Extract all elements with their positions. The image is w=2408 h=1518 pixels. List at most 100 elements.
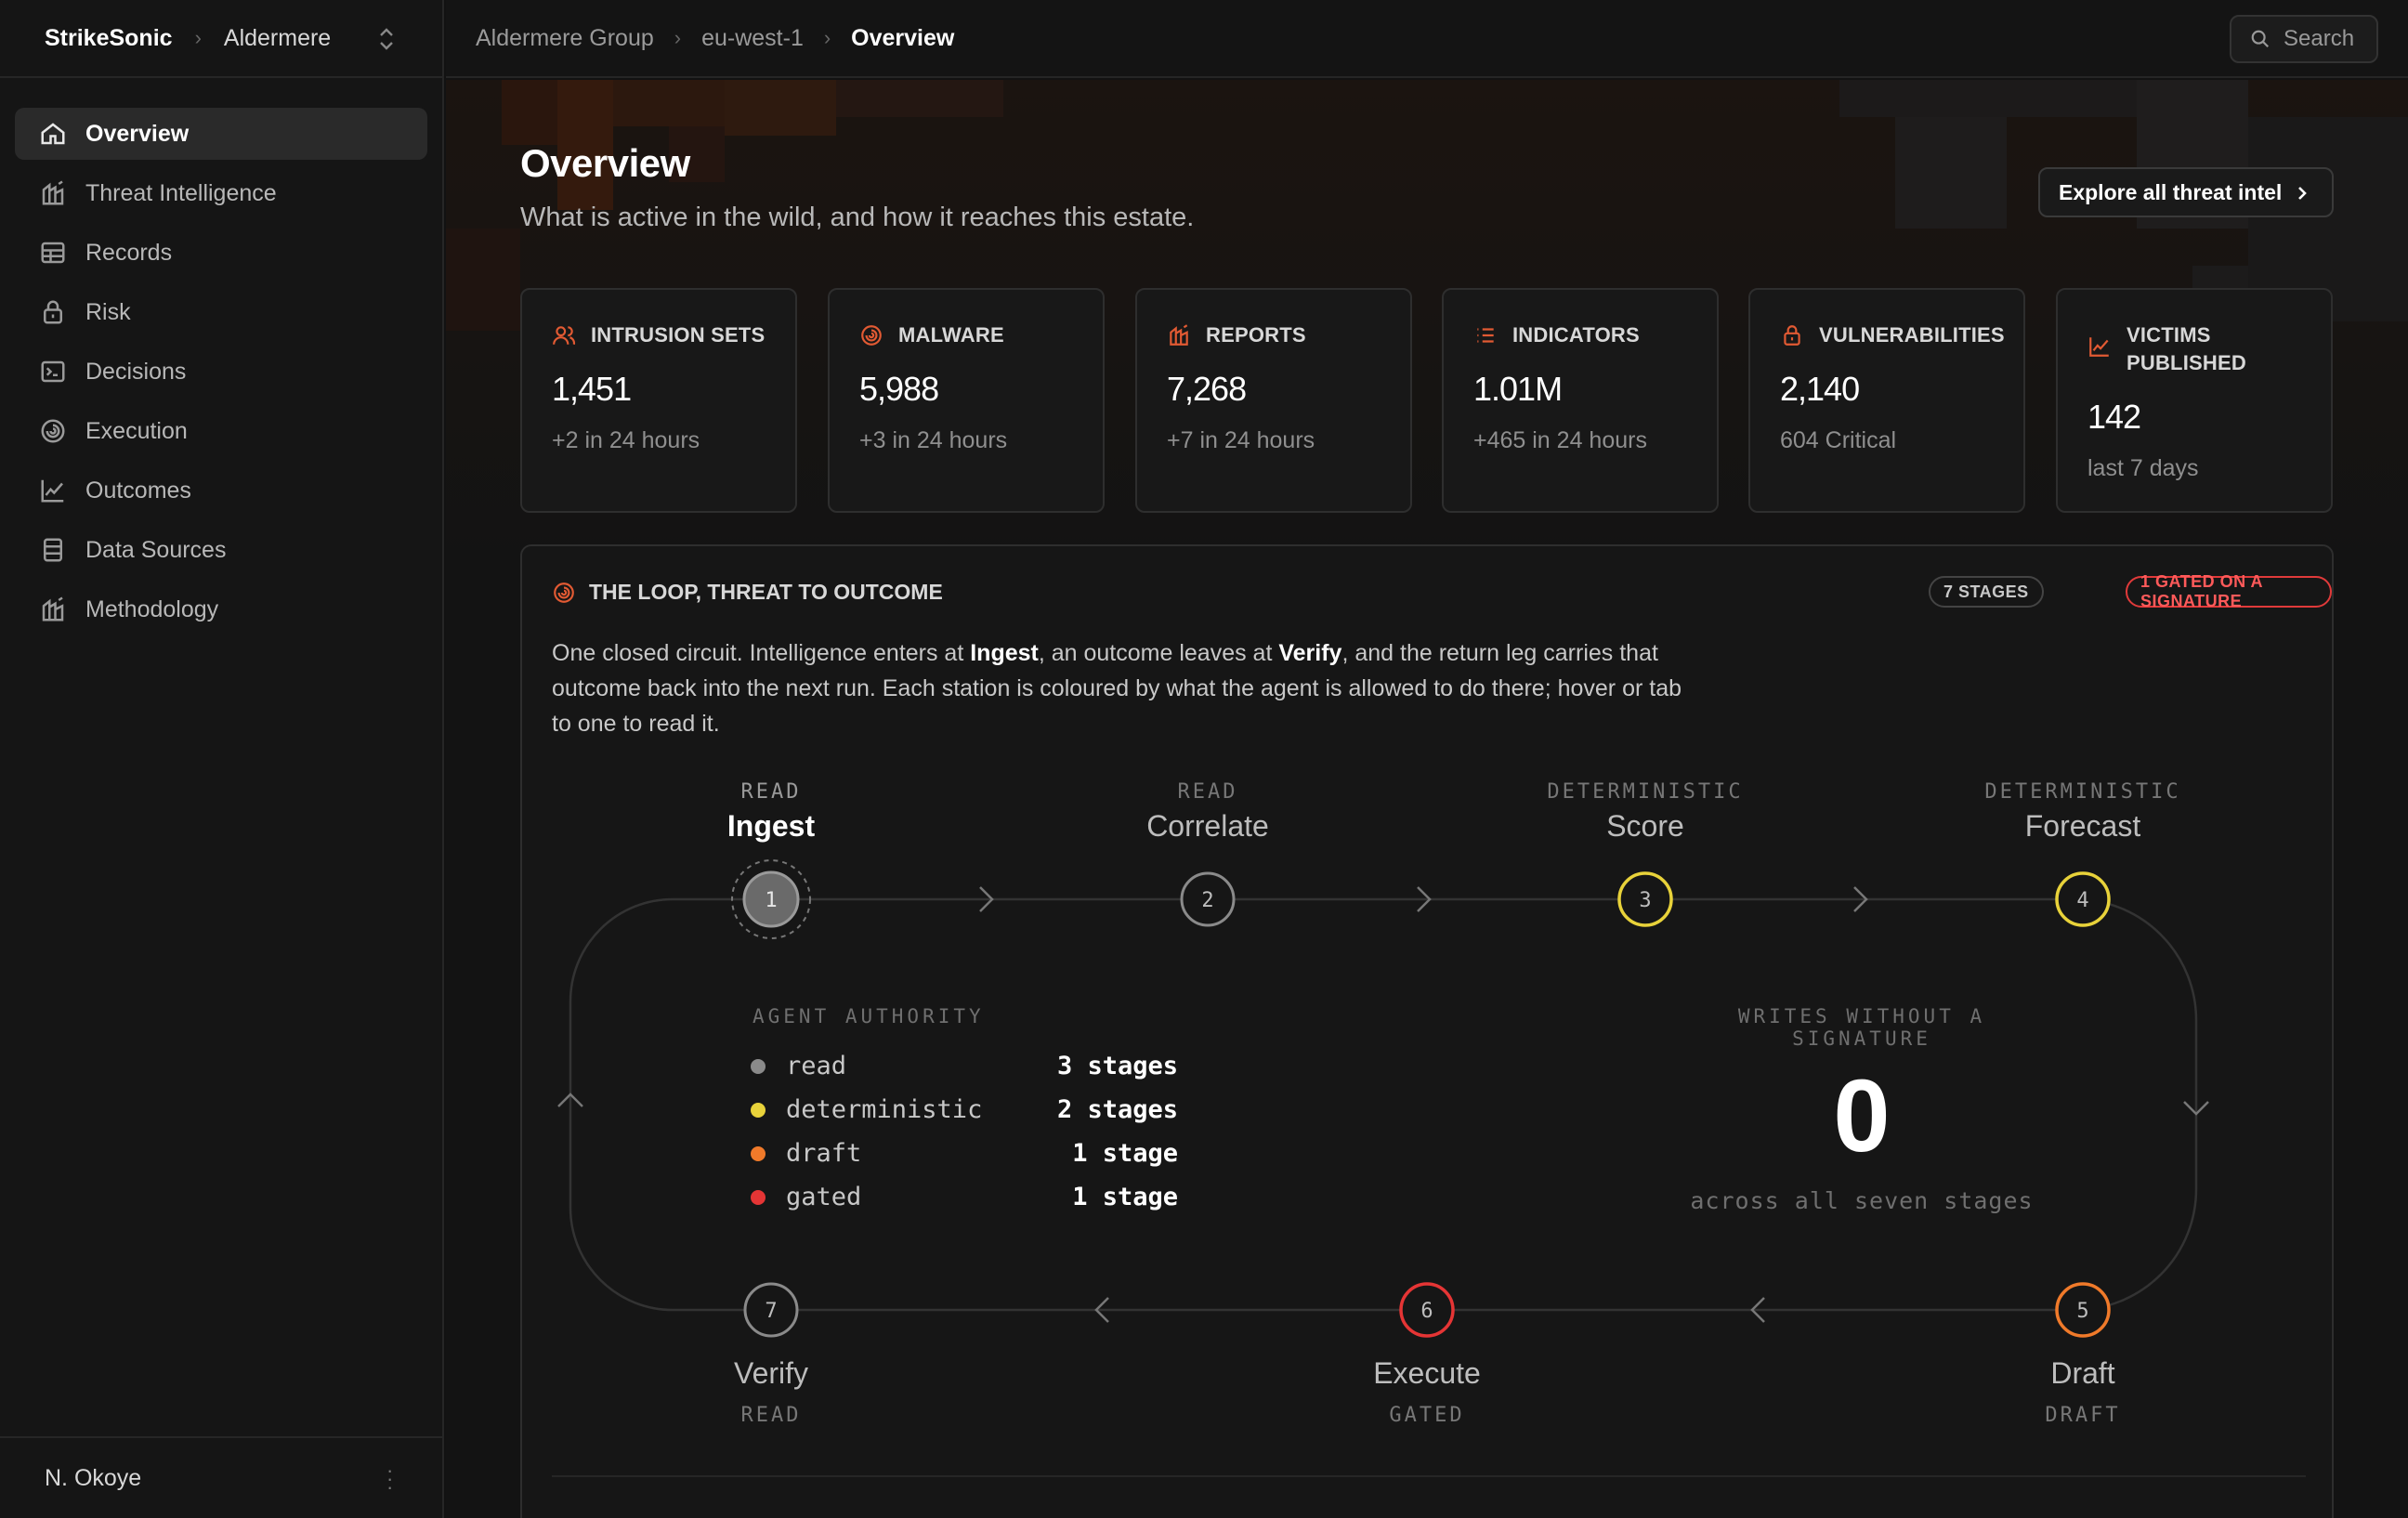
user-name: N. Okoye xyxy=(45,1464,142,1491)
explore-threat-intel-button[interactable]: Explore all threat intel xyxy=(2038,167,2334,217)
stage-number: 7 xyxy=(765,1300,777,1323)
sidebar-item-records[interactable]: Records xyxy=(15,227,427,279)
tenant-name: Aldermere xyxy=(223,24,332,51)
stat-card-intrusion-sets[interactable]: INTRUSION SETS 1,451 +2 in 24 hours xyxy=(520,288,797,513)
stage-label-verify: Verify READ xyxy=(622,1351,920,1427)
breadcrumb-region[interactable]: eu-west-1 xyxy=(701,25,804,52)
stage-name: Execute xyxy=(1373,1356,1481,1390)
users-icon xyxy=(553,326,576,345)
stage-number: 2 xyxy=(1201,889,1213,912)
stage-node-forecast[interactable]: 4 xyxy=(2055,871,2111,927)
table-icon xyxy=(41,242,65,264)
stat-header: INTRUSION SETS xyxy=(552,321,767,349)
tenant-switcher[interactable]: StrikeSonic › Aldermere xyxy=(0,0,442,78)
stage-name: Correlate xyxy=(1146,809,1269,843)
more-vertical-icon[interactable]: · · · xyxy=(386,1460,393,1498)
deterministic-dot xyxy=(751,1102,766,1118)
sidebar-item-label: Threat Intelligence xyxy=(85,179,277,206)
stat-label: INTRUSION SETS xyxy=(591,323,766,347)
stat-label: REPORTS xyxy=(1206,323,1306,347)
authority-row-deterministic: deterministic 2 stages xyxy=(751,1095,1178,1124)
authority-label: gated xyxy=(786,1183,862,1211)
stage-node-execute[interactable]: 6 xyxy=(1399,1282,1455,1338)
sidebar-item-label: Outcomes xyxy=(85,477,191,504)
breadcrumb-org[interactable]: Aldermere Group xyxy=(476,25,654,52)
sidebar-item-execution[interactable]: Execution xyxy=(15,405,427,457)
stage-node-draft[interactable]: 5 xyxy=(2055,1282,2111,1338)
stage-number: 5 xyxy=(2076,1300,2088,1323)
stat-value: 142 xyxy=(2087,398,2141,436)
authority-label: draft xyxy=(786,1139,862,1168)
stat-value: 7,268 xyxy=(1167,370,1247,408)
stat-card-reports[interactable]: REPORTS 7,268 +7 in 24 hours xyxy=(1135,288,1412,513)
stat-header: VICTIMS PUBLISHED xyxy=(2087,321,2303,377)
search-icon xyxy=(2251,30,2270,48)
stage-label-draft: Draft DRAFT xyxy=(1934,1351,2231,1427)
sidebar-item-label: Overview xyxy=(85,120,190,147)
sidebar-item-methodology[interactable]: Methodology xyxy=(15,583,427,635)
database-icon xyxy=(44,538,62,562)
stage-kind: GATED xyxy=(1389,1404,1465,1427)
sidebar-item-label: Decisions xyxy=(85,358,187,385)
stage-name: Draft xyxy=(2050,1356,2115,1390)
stat-value: 1.01M xyxy=(1473,370,1563,408)
sidebar-item-data-sources[interactable]: Data Sources xyxy=(15,524,427,576)
sidebar-item-overview[interactable]: Overview xyxy=(15,108,427,160)
sidebar-item-label: Risk xyxy=(85,298,131,325)
stat-card-vulnerabilities[interactable]: VULNERABILITIES 2,140 604 Critical xyxy=(1748,288,2025,513)
stat-label: VICTIMS PUBLISHED xyxy=(2127,323,2246,374)
stat-card-malware[interactable]: MALWARE 5,988 +3 in 24 hours xyxy=(828,288,1105,513)
authority-count: 1 stage xyxy=(1072,1139,1178,1168)
page-title: Overview xyxy=(520,141,690,185)
building-chart-icon xyxy=(1170,324,1188,346)
search-button[interactable]: Search xyxy=(2230,15,2378,63)
stage-node-correlate[interactable]: 2 xyxy=(1180,871,1236,927)
sidebar-item-decisions[interactable]: Decisions xyxy=(15,346,427,398)
sidebar-item-label: Data Sources xyxy=(85,536,227,563)
stage-node-ingest[interactable]: 1 xyxy=(731,859,811,939)
authority-count: 2 stages xyxy=(1056,1095,1178,1124)
topbar: Aldermere Group › eu-west-1 › Overview S… xyxy=(446,0,2408,78)
stage-number: 4 xyxy=(2076,889,2088,912)
stat-header: REPORTS xyxy=(1167,321,1382,349)
stage-number: 3 xyxy=(1639,889,1651,912)
stat-label: VULNERABILITIES xyxy=(1819,323,2005,347)
home-icon xyxy=(41,123,65,145)
draft-dot xyxy=(751,1145,766,1161)
lock-icon xyxy=(1784,325,1800,346)
stage-kind: READ xyxy=(740,780,802,804)
stat-header: VULNERABILITIES xyxy=(1780,321,2005,349)
explore-label: Explore all threat intel xyxy=(2059,179,2283,204)
sidebar: StrikeSonic › Aldermere Overview Threat … xyxy=(0,0,444,1518)
stat-note: 604 Critical xyxy=(1780,427,1897,453)
stage-label-forecast: DETERMINISTIC Forecast xyxy=(1934,780,2231,844)
stat-value: 1,451 xyxy=(552,370,632,408)
sidebar-item-risk[interactable]: Risk xyxy=(15,286,427,338)
building-chart-icon xyxy=(42,180,64,205)
read-dot xyxy=(751,1058,766,1074)
stage-node-score[interactable]: 3 xyxy=(1617,871,1673,927)
authority-count: 3 stages xyxy=(1056,1052,1178,1080)
stage-name: Ingest xyxy=(726,809,816,843)
sidebar-item-outcomes[interactable]: Outcomes xyxy=(15,465,427,517)
stat-card-indicators[interactable]: INDICATORS 1.01M +465 in 24 hours xyxy=(1442,288,1719,513)
line-chart-icon xyxy=(41,479,64,503)
authority-count: 1 stage xyxy=(1072,1183,1178,1211)
stage-label-execute: Execute GATED xyxy=(1278,1351,1576,1427)
list-icon xyxy=(1477,328,1494,343)
sidebar-item-threat-intelligence[interactable]: Threat Intelligence xyxy=(15,167,427,219)
terminal-icon xyxy=(41,360,65,383)
stat-header: MALWARE xyxy=(859,321,1075,349)
stage-label-score: DETERMINISTIC Score xyxy=(1497,780,1794,844)
panel-divider xyxy=(552,1475,2306,1477)
stat-card-victims-published[interactable]: VICTIMS PUBLISHED 142 last 7 days xyxy=(2056,288,2333,513)
sidebar-item-label: Execution xyxy=(85,417,188,444)
sidebar-item-label: Records xyxy=(85,239,173,266)
stat-note: +2 in 24 hours xyxy=(552,427,700,453)
authority-row-draft: draft 1 stage xyxy=(751,1139,1178,1168)
sidebar-nav: Overview Threat Intelligence Records Ris… xyxy=(0,78,442,635)
stage-node-verify[interactable]: 7 xyxy=(743,1282,799,1338)
authority-row-gated: gated 1 stage xyxy=(751,1183,1178,1211)
loop-panel: THE LOOP, THREAT TO OUTCOME 7 STAGES 1 G… xyxy=(520,544,2334,1518)
user-menu[interactable]: N. Okoye · · · xyxy=(0,1436,442,1518)
